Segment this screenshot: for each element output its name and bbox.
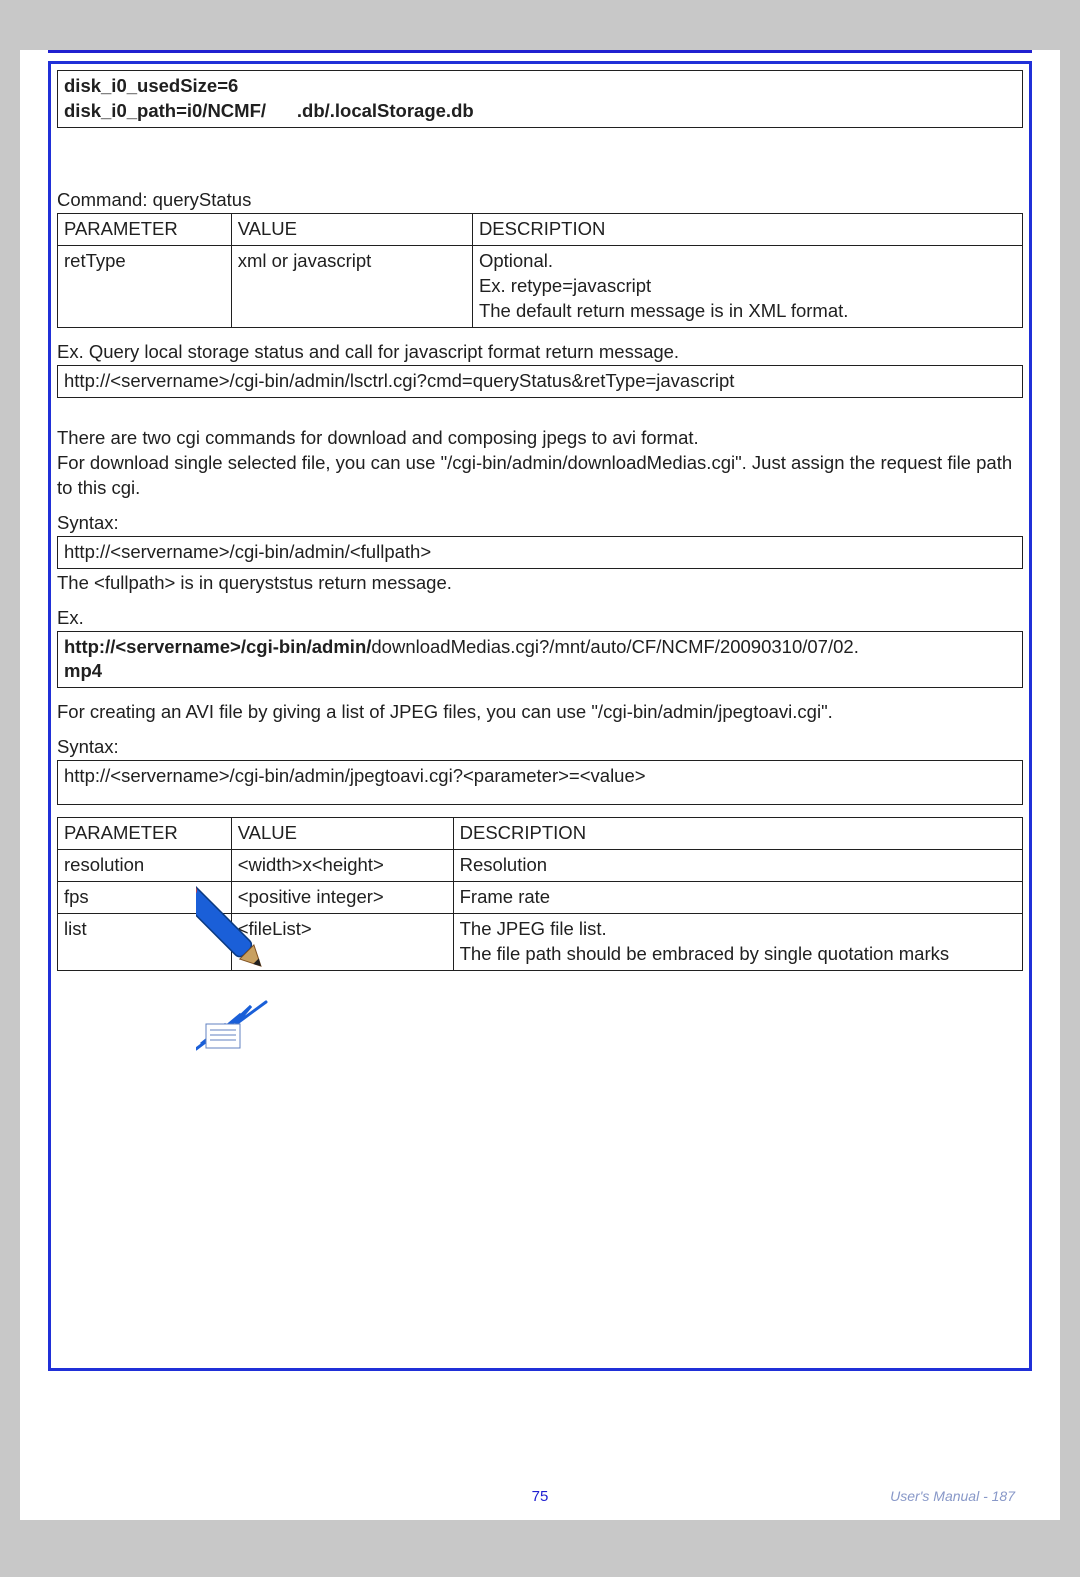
querystatus-params-table: PARAMETER VALUE DESCRIPTION retType xml … (57, 213, 1023, 328)
disk-path-line: disk_i0_path=i0/NCMF/ .db/.localStorage.… (64, 99, 1016, 124)
table-header: PARAMETER (58, 818, 232, 850)
document-page: VIVOTEK URL Command Document for All Ser… (20, 50, 1060, 1520)
table-cell: The JPEG file list. The file path should… (453, 914, 1022, 971)
example-url-box: http://<servername>/cgi-bin/admin/lsctrl… (57, 365, 1023, 398)
table-header: DESCRIPTION (453, 818, 1022, 850)
table-cell: retType (58, 245, 232, 327)
table-cell: <positive integer> (231, 882, 453, 914)
page-number: 75 (532, 1488, 549, 1505)
table-cell: <width>x<height> (231, 850, 453, 882)
header-rule (48, 50, 1032, 53)
example-label: Ex. (57, 606, 1023, 631)
table-cell: resolution (58, 850, 232, 882)
jpegtoavi-params-table: PARAMETER VALUE DESCRIPTION resolution <… (57, 817, 1023, 971)
table-cell: xml or javascript (231, 245, 472, 327)
table-header: VALUE (231, 213, 472, 245)
table-cell: Frame rate (453, 882, 1022, 914)
paragraph: There are two cgi commands for download … (57, 426, 1023, 451)
manual-page-label: User's Manual - 187 (890, 1488, 1015, 1504)
syntax-label: Syntax: (57, 735, 1023, 760)
table-header: PARAMETER (58, 213, 232, 245)
table-cell: fps (58, 882, 232, 914)
table-cell: Optional. Ex. retype=javascript The defa… (472, 245, 1022, 327)
table-cell: list (58, 914, 232, 971)
the-line: The <fullpath> is in queryststus return … (57, 571, 1023, 596)
syntax-label: Syntax: (57, 511, 1023, 536)
syntax-box-1: http://<servername>/cgi-bin/admin/<fullp… (57, 536, 1023, 569)
example-text: Ex. Query local storage status and call … (57, 340, 1023, 365)
example-box-2: http://<servername>/cgi-bin/admin/downlo… (57, 631, 1023, 689)
content-frame: disk_i0_usedSize=6 disk_i0_path=i0/NCMF/… (48, 61, 1032, 1371)
paragraph: For download single selected file, you c… (57, 451, 1023, 501)
syntax-box-2: http://<servername>/cgi-bin/admin/jpegto… (57, 760, 1023, 805)
table-header: DESCRIPTION (472, 213, 1022, 245)
paragraph: For creating an AVI file by giving a lis… (57, 700, 1023, 725)
disk-used-line: disk_i0_usedSize=6 (64, 74, 1016, 99)
top-info-box: disk_i0_usedSize=6 disk_i0_path=i0/NCMF/… (57, 70, 1023, 128)
table-cell: Resolution (453, 850, 1022, 882)
table-cell: <fileList> (231, 914, 453, 971)
table-header: VALUE (231, 818, 453, 850)
command-label: Command: queryStatus (57, 188, 1023, 213)
